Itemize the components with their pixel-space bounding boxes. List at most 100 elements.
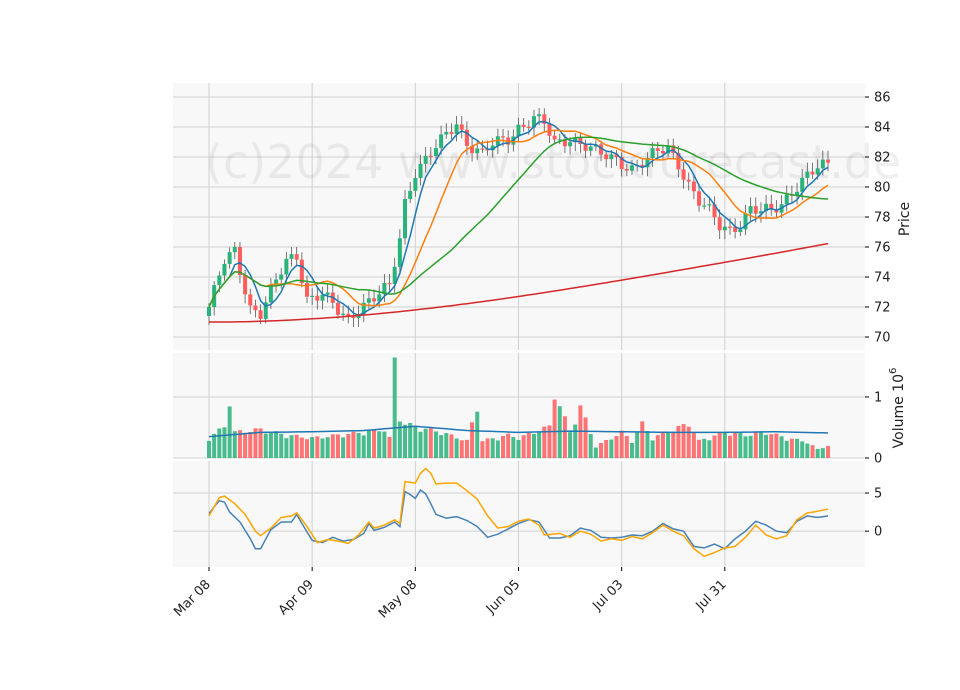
volume-bar — [707, 440, 712, 458]
candle-body — [521, 124, 526, 127]
y-tick-label: 86 — [874, 91, 891, 106]
candle-body — [387, 283, 392, 285]
volume-bar — [660, 432, 665, 458]
candle-body — [738, 229, 743, 233]
y-tick-label: 82 — [874, 151, 891, 166]
candle-body — [346, 313, 351, 316]
candle-body — [320, 294, 325, 301]
candle-body — [604, 154, 609, 160]
volume-bar — [764, 434, 769, 458]
candle-body — [418, 163, 423, 178]
candle-body — [537, 114, 542, 117]
volume-bar — [330, 434, 335, 458]
volume-bar — [459, 440, 464, 458]
candle-body — [629, 165, 634, 171]
volume-bar — [217, 428, 222, 458]
volume-bar — [485, 438, 490, 458]
volume-bar — [753, 432, 758, 458]
volume-bar — [289, 435, 294, 458]
volume-bar — [212, 433, 217, 458]
volume-bar — [325, 437, 330, 458]
volume-bar — [392, 357, 397, 458]
candle-body — [459, 124, 464, 130]
volume-bar — [655, 435, 660, 458]
candle-body — [655, 148, 660, 151]
volume-bar — [573, 424, 578, 458]
watermark: (c)2024 www.stockforecast.de — [205, 135, 901, 189]
volume-bar — [640, 421, 645, 458]
volume-bar — [547, 425, 552, 458]
volume-bar — [521, 435, 526, 458]
volume-bar — [377, 431, 382, 458]
candle-body — [207, 307, 211, 316]
volume-bar — [609, 439, 614, 458]
volume-bar — [779, 436, 784, 458]
volume-bar — [480, 441, 485, 458]
volume-bar — [800, 441, 805, 458]
volume-bar — [361, 435, 366, 458]
candle-body — [397, 238, 402, 267]
volume-bar — [248, 432, 253, 458]
volume-bar — [526, 432, 531, 458]
y-tick-label: 74 — [874, 271, 891, 286]
candle-body — [253, 305, 258, 311]
volume-bar — [516, 439, 521, 458]
volume-bar — [284, 438, 289, 458]
x-tick-label: Apr 09 — [276, 577, 317, 618]
volume-bar — [413, 425, 418, 458]
volume-bar — [263, 433, 268, 458]
volume-bar — [537, 431, 542, 458]
candle-body — [480, 148, 485, 150]
candle-body — [815, 168, 820, 175]
volume-bar — [351, 431, 356, 458]
volume-bar — [428, 428, 433, 458]
volume-bar — [444, 433, 449, 458]
volume-bar — [805, 443, 810, 458]
volume-bar — [403, 424, 408, 458]
y-tick-label: 70 — [874, 331, 891, 346]
volume-bar — [222, 427, 227, 458]
volume-bar — [320, 438, 325, 458]
volume-axis-label: Volume 106 — [888, 368, 907, 449]
volume-bar — [423, 428, 428, 458]
candle-body — [547, 123, 552, 136]
volume-bar — [826, 446, 830, 458]
volume-bar — [789, 438, 794, 458]
volume-bar — [366, 430, 371, 458]
candle-body — [681, 169, 686, 180]
volume-bar — [341, 437, 346, 458]
volume-axis-label-exponent: 6 — [888, 368, 899, 374]
candle-body — [568, 142, 573, 147]
volume-bar — [650, 440, 655, 458]
volume-bar — [294, 434, 299, 458]
candle-body — [820, 159, 825, 169]
candle-body — [217, 275, 222, 286]
candle-body — [413, 177, 418, 191]
volume-bar — [588, 434, 593, 458]
candle-body — [289, 254, 294, 259]
volume-bar — [243, 432, 248, 458]
volume-bar — [372, 429, 377, 458]
volume-bar — [810, 445, 815, 458]
candle-body — [428, 155, 433, 158]
candle-body — [702, 205, 707, 207]
candle-body — [454, 124, 459, 134]
candle-body — [403, 199, 408, 239]
candle-body — [335, 302, 340, 315]
candle-body — [753, 206, 758, 214]
y-tick-label: 84 — [874, 121, 891, 136]
volume-bar — [676, 425, 681, 458]
candle-body — [707, 204, 712, 206]
x-tick-label: May 08 — [376, 577, 420, 621]
volume-bar — [758, 431, 763, 458]
volume-bar — [439, 435, 444, 458]
volume-bar — [717, 432, 722, 458]
volume-bar — [490, 438, 495, 458]
volume-bar — [299, 437, 304, 458]
volume-bar — [722, 432, 727, 458]
candle-body — [232, 246, 237, 253]
y-tick-label: 76 — [874, 241, 891, 256]
price-axis-label: Price — [897, 202, 913, 236]
y-tick-label: 72 — [874, 301, 891, 316]
candle-body — [552, 135, 557, 140]
